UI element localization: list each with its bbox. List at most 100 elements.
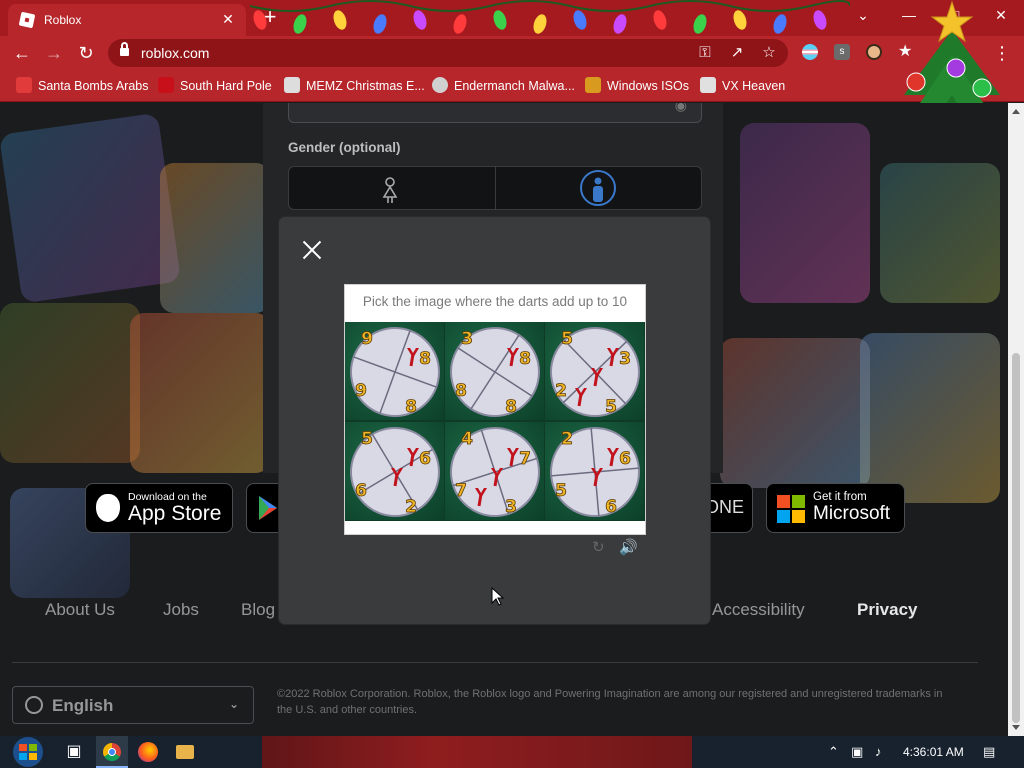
captcha-grid: 9 8 9 8 3 8 8 8 5 3 2 5 5 6 6 2 4 7 7 3 2 6 5 6 xyxy=(345,322,645,521)
santa-icon xyxy=(16,77,32,93)
dartboard-image: 9 8 9 8 xyxy=(350,327,440,417)
memz-icon xyxy=(284,77,300,93)
ornament-decoration xyxy=(972,78,992,98)
dartboard-number: 8 xyxy=(519,349,531,369)
notifications-icon[interactable]: ▤ xyxy=(983,744,995,760)
bookmark-vx-heaven[interactable]: VX Heaven xyxy=(700,77,785,93)
scrollbar-thumb[interactable] xyxy=(1012,353,1020,723)
audio-icon[interactable]: 🔊 xyxy=(619,538,638,556)
light-bulb-decoration xyxy=(493,10,507,30)
footer-link-blog[interactable]: Blog xyxy=(241,600,275,620)
dartboard-number: 6 xyxy=(619,449,631,469)
dartboard-number: 5 xyxy=(555,481,567,501)
forward-arrow-icon[interactable]: → xyxy=(42,41,66,65)
captcha-option-3[interactable]: 5 3 2 5 xyxy=(545,322,644,420)
network-icon[interactable]: ▣ xyxy=(851,744,863,760)
bookmark-windows-isos[interactable]: Windows ISOs xyxy=(585,77,689,93)
dartboard-image: 3 8 8 8 xyxy=(450,327,540,417)
dartboard-image: 2 6 5 6 xyxy=(550,427,640,517)
dartboard-number: 8 xyxy=(455,381,467,401)
mouse-cursor-icon xyxy=(491,587,505,606)
bg-tile xyxy=(0,112,182,304)
eye-icon[interactable]: ◉ xyxy=(675,103,687,114)
dartboard-number: 4 xyxy=(461,429,473,449)
dartboard-number: 7 xyxy=(455,481,467,501)
password-field[interactable]: ◉ xyxy=(288,103,702,123)
dartboard-number: 6 xyxy=(355,481,367,501)
url-text[interactable]: roblox.com xyxy=(141,45,209,61)
captcha-modal: Pick the image where the darts add up to… xyxy=(279,217,710,624)
apple-icon xyxy=(96,494,120,522)
bg-tile xyxy=(160,163,270,313)
dartboard-number: 9 xyxy=(361,329,373,349)
light-bulb-decoration xyxy=(773,14,787,34)
bookmark-memz-christmas[interactable]: MEMZ Christmas E... xyxy=(284,77,425,93)
dartboard-number: 6 xyxy=(605,497,617,517)
ornament-decoration xyxy=(906,72,926,92)
captcha-option-4[interactable]: 5 6 6 2 xyxy=(345,422,444,520)
bg-tile xyxy=(720,338,870,488)
reload-icon[interactable]: ↻ xyxy=(74,41,98,65)
refresh-icon[interactable]: ↻ xyxy=(592,538,605,556)
dartboard-number: 2 xyxy=(405,497,417,517)
file-explorer-icon[interactable] xyxy=(176,745,194,759)
tab-close-icon[interactable]: ✕ xyxy=(218,9,238,29)
dartboard-number: 8 xyxy=(419,349,431,369)
bookmark-endermanch-malware[interactable]: Endermanch Malwa... xyxy=(432,77,575,93)
captcha-option-2[interactable]: 3 8 8 8 xyxy=(445,322,544,420)
bg-tile xyxy=(130,313,270,473)
close-icon[interactable] xyxy=(301,239,323,261)
captcha-option-6[interactable]: 2 6 5 6 xyxy=(545,422,644,520)
show-hidden-icons-icon[interactable]: ⌃ xyxy=(828,744,839,760)
bookmark-santa-bombs-arabs[interactable]: Santa Bombs Arabs xyxy=(16,77,148,93)
roblox-favicon-icon xyxy=(18,11,36,29)
app-store-badge[interactable]: Download on the App Store xyxy=(85,483,233,533)
dartboard-number: 5 xyxy=(605,397,617,417)
copyright-text: ©2022 Roblox Corporation. Roblox, the Ro… xyxy=(277,688,943,716)
lock-icon[interactable] xyxy=(120,42,129,57)
extension-flag-icon[interactable] xyxy=(802,44,818,60)
bookmark-star-icon[interactable]: ☆ xyxy=(759,44,779,62)
dartboard-number: 3 xyxy=(505,497,517,517)
light-bulb-decoration xyxy=(693,14,707,34)
volume-icon[interactable]: ♪ xyxy=(875,744,882,759)
scroll-up-arrow-icon[interactable] xyxy=(1012,109,1020,114)
light-bulb-decoration xyxy=(813,10,827,30)
gender-male-button[interactable] xyxy=(495,167,701,209)
windows-start-icon[interactable] xyxy=(10,736,46,768)
gender-female-button[interactable] xyxy=(289,167,495,209)
task-view-icon[interactable]: ▣ xyxy=(62,740,86,764)
captcha-prompt: Pick the image where the darts add up to… xyxy=(362,294,628,309)
light-bulb-decoration xyxy=(653,10,667,30)
footer-link-about-us[interactable]: About Us xyxy=(45,600,115,620)
light-bulb-decoration xyxy=(573,10,587,30)
scroll-down-arrow-icon[interactable] xyxy=(1012,725,1020,730)
key-icon[interactable]: ⚿ xyxy=(695,44,715,62)
captcha-option-1[interactable]: 9 8 9 8 xyxy=(345,322,444,420)
footer-link-privacy[interactable]: Privacy xyxy=(857,600,918,620)
chrome-taskbar-button[interactable] xyxy=(96,736,128,768)
captcha-option-5[interactable]: 4 7 7 3 xyxy=(445,422,544,520)
back-arrow-icon[interactable]: ← xyxy=(10,41,34,65)
ornament-decoration xyxy=(946,58,966,78)
vx-icon xyxy=(700,77,716,93)
extension-s-icon[interactable]: s xyxy=(834,44,850,60)
taskbar-clock[interactable]: 4:36:01 AM xyxy=(903,745,964,759)
skull-icon xyxy=(432,77,448,93)
footer-link-jobs[interactable]: Jobs xyxy=(163,600,199,620)
language-selector[interactable]: English ⌄ xyxy=(12,686,254,724)
windows-taskbar: ▣ ⌃ ▣ ♪ 4:36:01 AM ▤ xyxy=(0,736,1024,768)
page-scrollbar[interactable] xyxy=(1008,103,1024,736)
address-bar[interactable]: roblox.com ⚿ ↗ ☆ xyxy=(108,39,788,67)
bg-tile xyxy=(740,123,870,303)
footer-link-accessibility[interactable]: Accessibility xyxy=(712,600,805,620)
globe-icon xyxy=(25,696,43,714)
dartboard-number: 2 xyxy=(561,429,573,449)
tab-roblox[interactable]: Roblox ✕ xyxy=(8,4,246,36)
ms-small-text: Get it from xyxy=(813,491,867,503)
microsoft-store-badge[interactable]: Get it from Microsoft xyxy=(766,483,905,533)
firefox-icon[interactable] xyxy=(138,742,158,762)
bookmark-south-hard-pole[interactable]: South Hard Pole xyxy=(158,77,272,93)
share-icon[interactable]: ↗ xyxy=(727,44,747,62)
dartboard-image: 5 3 2 5 xyxy=(550,327,640,417)
